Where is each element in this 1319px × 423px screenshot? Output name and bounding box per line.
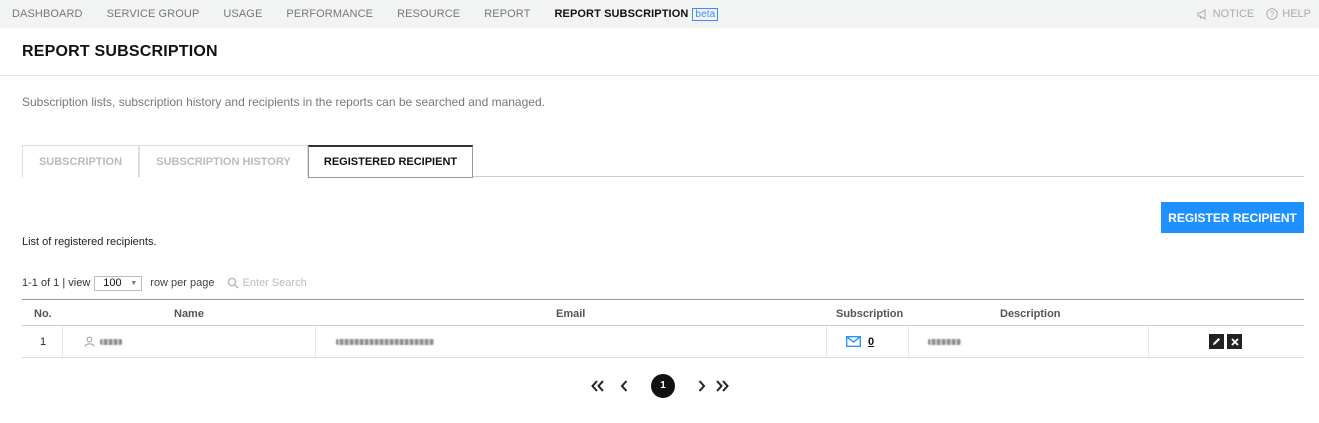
col-no: No. (34, 308, 52, 320)
redacted-description (928, 338, 961, 345)
nav-performance[interactable]: PERFORMANCE (286, 8, 373, 20)
current-page[interactable]: 1 (651, 373, 675, 398)
svg-text:?: ? (1270, 10, 1275, 19)
description-cell (928, 326, 961, 357)
column-divider (826, 326, 827, 357)
top-nav-utilities: NOTICE ? HELP (1185, 0, 1311, 28)
col-name: Name (174, 308, 204, 320)
chevron-right-icon (698, 379, 706, 392)
nav-dashboard[interactable]: DASHBOARD (12, 8, 83, 20)
notice-link[interactable]: NOTICE (1197, 8, 1255, 20)
help-link[interactable]: ? HELP (1266, 8, 1311, 20)
first-page-button[interactable] (590, 379, 606, 392)
search-box (227, 277, 383, 289)
column-divider (908, 326, 909, 357)
search-icon[interactable] (227, 277, 239, 289)
list-toolbar: 1-1 of 1 | view 100 ▼ row per page (22, 275, 383, 291)
edit-button[interactable] (1209, 334, 1224, 349)
redacted-name (100, 338, 122, 345)
top-nav: DASHBOARD SERVICE GROUP USAGE PERFORMANC… (0, 0, 1319, 28)
row-actions (1206, 326, 1242, 357)
list-description: List of registered recipients. (22, 236, 157, 248)
subscription-count-link[interactable]: 0 (868, 336, 874, 348)
result-range: 1-1 of 1 | view (22, 277, 91, 289)
search-input[interactable] (242, 277, 383, 289)
col-description: Description (1000, 308, 1061, 320)
table-header: No. Name Email Subscription Description (22, 299, 1304, 326)
page-title: REPORT SUBSCRIPTION (22, 43, 218, 60)
recipient-email-cell (336, 326, 434, 357)
title-divider (0, 75, 1319, 76)
user-icon (84, 336, 95, 347)
notice-label: NOTICE (1212, 8, 1255, 20)
nav-resource[interactable]: RESOURCE (397, 8, 460, 20)
nav-report-subscription-label: REPORT SUBSCRIPTION (554, 7, 689, 20)
column-divider (1148, 326, 1149, 357)
pagination: 1 (590, 373, 730, 398)
nav-usage[interactable]: USAGE (223, 8, 262, 20)
megaphone-icon (1197, 8, 1206, 20)
delete-button[interactable] (1227, 334, 1242, 349)
next-page-button[interactable] (694, 379, 710, 392)
pencil-icon (1213, 338, 1220, 345)
nav-report[interactable]: REPORT (484, 8, 530, 20)
prev-page-button[interactable] (616, 379, 632, 392)
tab-subscription[interactable]: SUBSCRIPTION (22, 145, 139, 177)
rows-per-page-value: 100 (103, 277, 122, 289)
table-row[interactable]: 1 0 (22, 326, 1304, 358)
tab-bar: SUBSCRIPTION SUBSCRIPTION HISTORY REGIST… (22, 145, 1304, 178)
double-chevron-left-icon (591, 379, 604, 392)
mail-icon[interactable] (846, 336, 861, 347)
page-description: Subscription lists, subscription history… (22, 95, 545, 109)
tab-subscription-history[interactable]: SUBSCRIPTION HISTORY (139, 145, 308, 177)
rows-per-page-label: row per page (150, 277, 215, 289)
close-icon (1230, 337, 1239, 346)
column-divider (62, 326, 63, 357)
recipient-name-cell (84, 326, 122, 357)
col-subscription: Subscription (836, 308, 904, 320)
double-chevron-right-icon (716, 379, 729, 392)
rows-per-page-select[interactable]: 100 ▼ (94, 275, 143, 291)
nav-report-subscription[interactable]: REPORT SUBSCRIPTION beta (554, 7, 719, 21)
beta-badge: beta (692, 7, 719, 21)
redacted-email (336, 338, 434, 345)
column-divider (315, 326, 316, 357)
row-number: 1 (40, 335, 47, 348)
recipient-table: No. Name Email Subscription Description … (22, 299, 1304, 358)
col-email: Email (556, 308, 586, 320)
subscription-cell: 0 (846, 326, 874, 357)
tab-registered-recipient[interactable]: REGISTERED RECIPIENT (308, 145, 473, 178)
chevron-down-icon: ▼ (130, 279, 138, 287)
chevron-left-icon (620, 379, 628, 392)
last-page-button[interactable] (714, 379, 730, 392)
help-label: HELP (1282, 8, 1311, 20)
nav-service-group[interactable]: SERVICE GROUP (107, 8, 200, 20)
help-icon: ? (1266, 8, 1278, 20)
register-recipient-button[interactable]: REGISTER RECIPIENT (1161, 202, 1304, 233)
